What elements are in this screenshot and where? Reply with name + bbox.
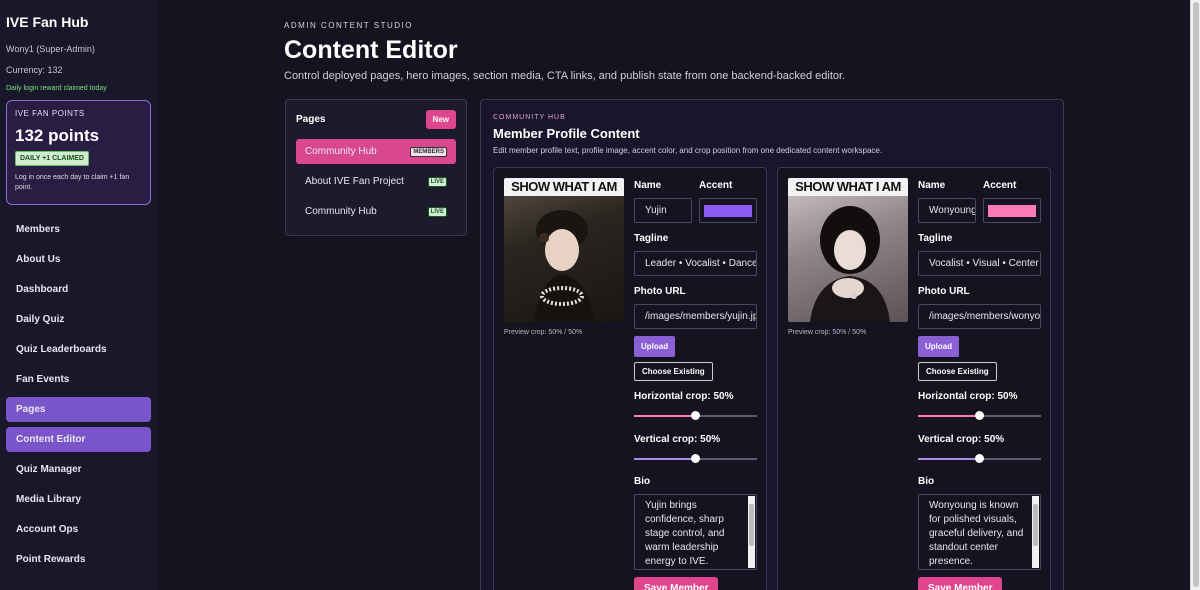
points-value: 132 points	[15, 126, 100, 145]
crop-preview-label: Preview crop: 50% / 50%	[504, 329, 583, 336]
page-status-tag: LIVE	[427, 176, 447, 187]
editor-eyebrow: COMMUNITY HUB	[493, 114, 566, 121]
main-content: ADMIN CONTENT STUDIO Content Editor Cont…	[157, 0, 1200, 590]
scrollbar-thumb[interactable]	[1193, 2, 1199, 587]
sidebar-item-content-editor[interactable]: Content Editor	[6, 427, 151, 452]
horizontal-crop-slider[interactable]	[918, 411, 1041, 420]
sidebar-nav: Members About Us Dashboard Daily Quiz Qu…	[6, 217, 151, 572]
slider-fill	[918, 458, 980, 460]
editor-title: Member Profile Content	[493, 126, 640, 141]
horizontal-crop-label: Horizontal crop: 50%	[634, 391, 734, 402]
sidebar-item-pages[interactable]: Pages	[6, 397, 151, 422]
vertical-crop-slider[interactable]	[634, 454, 757, 463]
photo-url-input[interactable]: /images/members/wonyoung.jpg	[918, 304, 1041, 329]
sidebar-item-about-us[interactable]: About Us	[6, 247, 151, 272]
accent-swatch	[704, 205, 752, 217]
editor-desc: Edit member profile text, profile image,…	[493, 146, 883, 155]
name-input[interactable]: Yujin	[634, 198, 692, 223]
accent-color-picker[interactable]	[983, 198, 1041, 223]
bio-text: Wonyoung is known for polished visuals, …	[929, 500, 1024, 567]
slider-knob[interactable]	[691, 411, 700, 420]
bio-textarea[interactable]: Wonyoung is known for polished visuals, …	[918, 494, 1041, 570]
upload-button[interactable]: Upload	[634, 336, 676, 357]
bio-label: Bio	[918, 476, 935, 487]
sidebar: IVE Fan Hub Wony1 (Super-Admin) Currency…	[0, 0, 157, 590]
sidebar-item-quiz-leaderboards[interactable]: Quiz Leaderboards	[6, 337, 151, 362]
photo-url-label: Photo URL	[634, 286, 686, 297]
pages-panel: Pages New Community Hub MEMBERS About IV…	[285, 99, 467, 236]
sidebar-item-account-ops[interactable]: Account Ops	[6, 517, 151, 542]
bio-scrollbar[interactable]	[748, 496, 755, 568]
page-title: Content Editor	[284, 36, 458, 64]
page-row-label: About IVE Fan Project	[305, 176, 404, 187]
sidebar-item-dashboard[interactable]: Dashboard	[6, 277, 151, 302]
sidebar-item-point-rewards[interactable]: Point Rewards	[6, 547, 151, 572]
photo-url-label: Photo URL	[918, 286, 970, 297]
page-row-label: Community Hub	[305, 146, 377, 157]
slider-fill	[634, 458, 696, 460]
vertical-crop-slider[interactable]	[918, 454, 1041, 463]
name-label: Name	[918, 180, 946, 191]
page-status-tag: LIVE	[427, 206, 447, 217]
sidebar-item-quiz-manager[interactable]: Quiz Manager	[6, 457, 151, 482]
slider-fill	[634, 415, 696, 417]
page-status-tag: MEMBERS	[410, 146, 447, 157]
accent-label: Accent	[983, 180, 1017, 191]
currency-label: Currency: 132	[6, 65, 63, 75]
points-card: IVE FAN POINTS 132 points DAILY +1 CLAIM…	[6, 100, 151, 205]
user-label: Wony1 (Super-Admin)	[6, 44, 95, 54]
reward-note: Daily login reward claimed today	[6, 85, 107, 92]
page-row[interactable]: About IVE Fan Project LIVE	[296, 169, 456, 194]
upload-button[interactable]: Upload	[918, 336, 960, 357]
crop-preview-label: Preview crop: 50% / 50%	[788, 329, 867, 336]
bio-text: Yujin brings confidence, sharp stage con…	[645, 500, 725, 567]
vertical-crop-label: Vertical crop: 50%	[634, 434, 721, 445]
page-row-label: Community Hub	[305, 206, 377, 217]
bio-textarea[interactable]: Yujin brings confidence, sharp stage con…	[634, 494, 757, 570]
sidebar-item-media-library[interactable]: Media Library	[6, 487, 151, 512]
member-card-wonyoung: SHOW WHAT I AM Preview crop: 50% / 50% N…	[777, 167, 1051, 590]
save-member-button[interactable]: Save Member	[918, 577, 1003, 590]
member-card-yujin: SHOW WHAT I AM Preview crop: 50% / 50% N…	[493, 167, 767, 590]
choose-existing-button[interactable]: Choose Existing	[634, 362, 713, 381]
page-subtitle: Control deployed pages, hero images, sec…	[284, 70, 846, 82]
slider-fill	[918, 415, 980, 417]
vertical-crop-label: Vertical crop: 50%	[918, 434, 1005, 445]
slider-knob[interactable]	[975, 454, 984, 463]
horizontal-crop-slider[interactable]	[634, 411, 757, 420]
tagline-label: Tagline	[634, 233, 669, 244]
tagline-input[interactable]: Vocalist • Visual • Center	[918, 251, 1041, 276]
accent-swatch	[988, 205, 1036, 217]
bio-scrollbar[interactable]	[1032, 496, 1039, 568]
page-row[interactable]: Community Hub MEMBERS	[296, 139, 456, 164]
slider-knob[interactable]	[975, 411, 984, 420]
name-label: Name	[634, 180, 662, 191]
save-member-button[interactable]: Save Member	[634, 577, 719, 590]
choose-existing-button[interactable]: Choose Existing	[918, 362, 997, 381]
sidebar-item-fan-events[interactable]: Fan Events	[6, 367, 151, 392]
member-profile-editor: COMMUNITY HUB Member Profile Content Edi…	[480, 99, 1064, 590]
accent-label: Accent	[699, 180, 733, 191]
tagline-input[interactable]: Leader • Vocalist • Dancer	[634, 251, 757, 276]
member-photo: SHOW WHAT I AM	[788, 178, 908, 322]
page-row[interactable]: Community Hub LIVE	[296, 199, 456, 224]
new-page-button[interactable]: New	[425, 110, 456, 129]
daily-claimed-badge: DAILY +1 CLAIMED	[15, 151, 89, 166]
pages-panel-title: Pages	[296, 114, 326, 125]
name-input[interactable]: Wonyoung	[918, 198, 976, 223]
sidebar-item-members[interactable]: Members	[6, 217, 151, 242]
points-desc: Log in once each day to claim +1 fan poi…	[15, 174, 130, 191]
brand-title: IVE Fan Hub	[6, 14, 89, 30]
horizontal-crop-label: Horizontal crop: 50%	[918, 391, 1018, 402]
photo-url-input[interactable]: /images/members/yujin.jpg	[634, 304, 757, 329]
member-photo: SHOW WHAT I AM	[504, 178, 624, 322]
tagline-label: Tagline	[918, 233, 953, 244]
page-eyebrow: ADMIN CONTENT STUDIO	[284, 21, 413, 30]
page-scrollbar[interactable]	[1190, 0, 1200, 590]
bio-label: Bio	[634, 476, 651, 487]
accent-color-picker[interactable]	[699, 198, 757, 223]
sidebar-item-daily-quiz[interactable]: Daily Quiz	[6, 307, 151, 332]
points-label: IVE FAN POINTS	[15, 109, 85, 118]
slider-knob[interactable]	[691, 454, 700, 463]
